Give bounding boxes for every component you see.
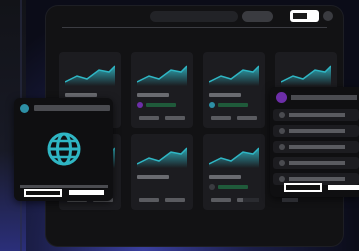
area-chart-icon [209,65,259,86]
card-action-button[interactable] [165,198,185,202]
area-chart-icon [65,65,115,86]
dashboard-card[interactable] [131,52,193,128]
list-item-dot [279,160,285,166]
dashboard-card[interactable] [131,134,193,210]
secondary-button[interactable] [284,183,322,192]
panel-avatar [276,92,287,103]
card-action-button[interactable] [211,116,231,120]
card-title-placeholder [137,93,169,97]
window-title-placeholder [150,11,238,22]
list-item-label-placeholder [289,161,345,165]
list-item[interactable] [273,157,359,169]
area-chart-icon [137,147,187,168]
search-pill[interactable] [242,11,273,22]
card-meta [209,184,253,190]
card-title-placeholder [65,93,97,97]
list-item-label-placeholder [289,129,345,133]
card-avatar [209,184,215,190]
site-preview-panel [14,98,113,201]
list-item[interactable] [273,109,359,121]
view-toggle-button[interactable] [290,10,319,22]
list-item-label-placeholder [289,177,345,181]
panel-avatar [20,104,29,113]
card-action-button[interactable] [139,116,159,120]
card-action-button[interactable] [165,116,185,120]
user-avatar[interactable] [323,11,333,21]
list-item-dot [279,112,285,118]
panel-divider [20,185,108,188]
card-avatar [137,102,143,108]
card-title-placeholder [137,175,169,179]
card-title-placeholder [209,93,241,97]
toolbar-divider [62,27,327,28]
card-status-bar [218,185,248,189]
footer-placeholder [243,198,259,202]
area-chart-icon [281,65,331,86]
card-meta [137,102,181,108]
panel-title-placeholder [34,105,110,111]
list-item-dot [279,128,285,134]
card-action-button[interactable] [139,198,159,202]
dashboard-card[interactable] [203,52,265,128]
card-title-placeholder [209,175,241,179]
list-item-label-placeholder [289,113,345,117]
primary-button[interactable] [328,185,359,190]
card-status-bar [218,103,248,107]
list-item[interactable] [273,141,359,153]
panel-title-placeholder [291,95,357,100]
list-item-dot [279,176,285,182]
list-item-dot [279,144,285,150]
toggle-knob [293,13,307,19]
primary-button[interactable] [69,190,104,195]
card-avatar [209,102,215,108]
globe-icon [47,132,81,166]
card-meta [209,102,253,108]
card-status-bar [146,103,176,107]
footer-placeholder [282,198,298,202]
card-action-button[interactable] [237,116,257,120]
list-item-label-placeholder [289,145,345,149]
list-item[interactable] [273,125,359,137]
area-chart-icon [137,65,187,86]
list-panel [270,87,359,197]
area-chart-icon [209,147,259,168]
card-action-button[interactable] [211,198,231,202]
secondary-button[interactable] [24,189,62,197]
